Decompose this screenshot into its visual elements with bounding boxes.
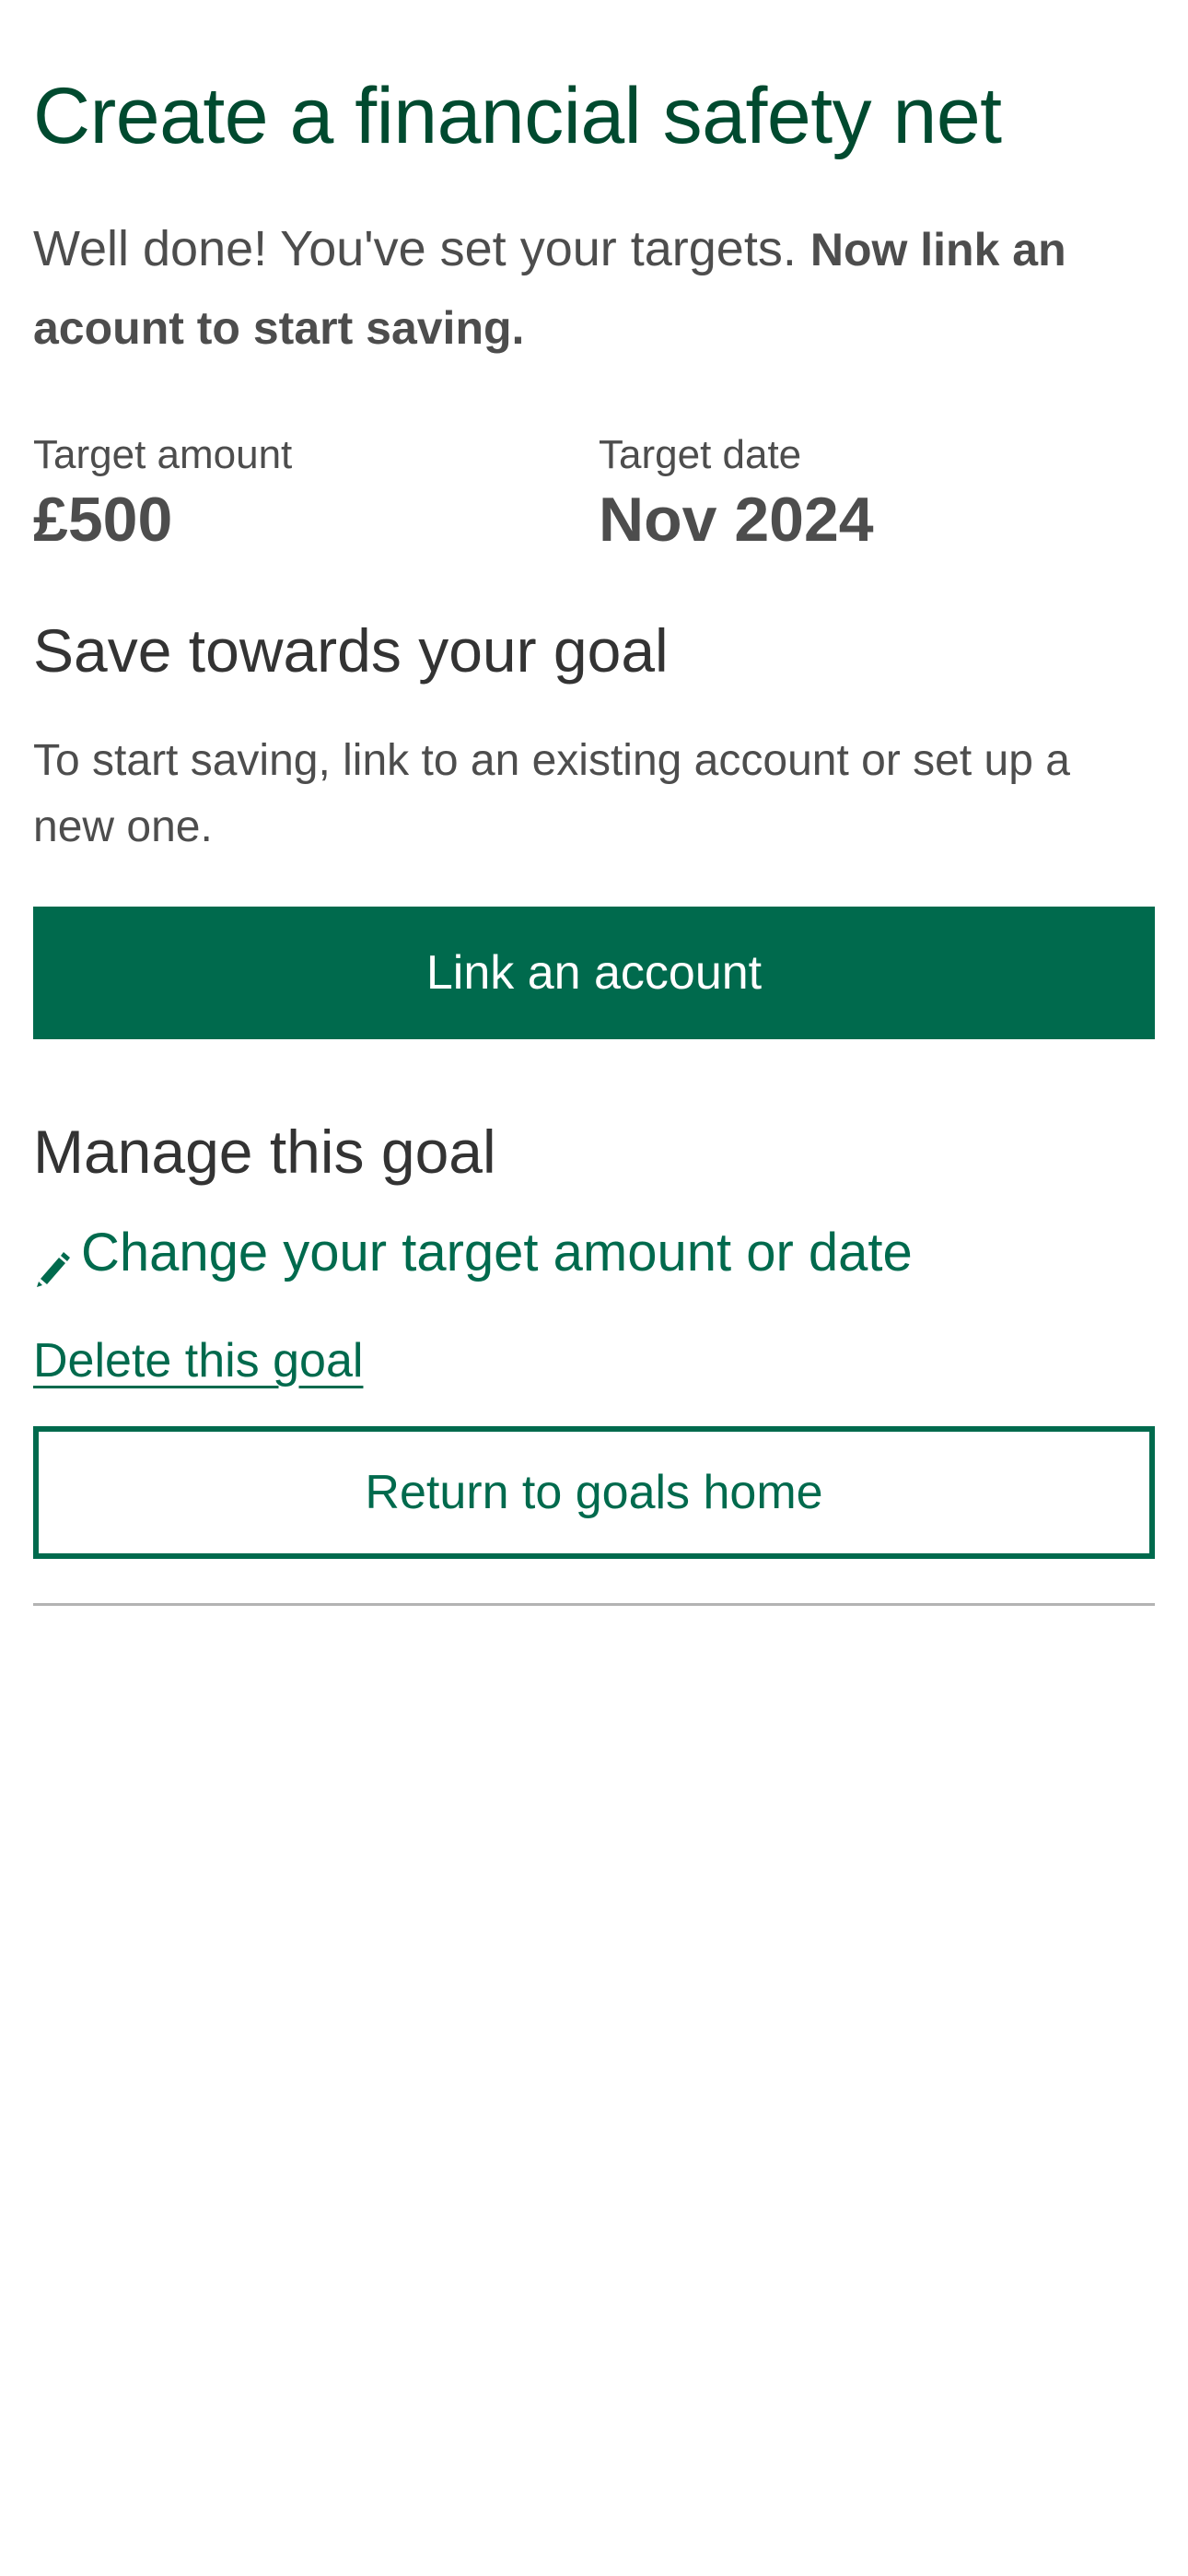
- change-target-label: Change your target amount or date: [81, 1223, 913, 1282]
- intro-message: Well done! You've set your targets.: [33, 221, 810, 276]
- manage-section-heading: Manage this goal: [33, 1118, 496, 1186]
- target-amount-label: Target amount: [33, 432, 293, 477]
- target-amount-block: Target amount £500: [33, 429, 292, 558]
- save-section-heading: Save towards your goal: [33, 616, 669, 685]
- intro-text: Well done! You've set your targets. Now …: [33, 210, 1138, 367]
- pencil-icon: [33, 1233, 70, 1287]
- page-title: Create a financial safety net: [33, 72, 1002, 160]
- divider: [33, 1603, 1155, 1606]
- link-account-button[interactable]: Link an account: [33, 907, 1155, 1039]
- return-to-goals-button[interactable]: Return to goals home: [33, 1426, 1155, 1559]
- target-date-label: Target date: [599, 432, 802, 477]
- change-target-link[interactable]: Change your target amount or date: [33, 1214, 913, 1292]
- target-amount-value: £500: [33, 485, 173, 555]
- delete-goal-link[interactable]: Delete this goal: [33, 1327, 363, 1395]
- save-section-body: To start saving, link to an existing acc…: [33, 736, 1070, 851]
- target-date-value: Nov 2024: [599, 485, 874, 555]
- goal-page: Create a financial safety net Well done!…: [0, 0, 1188, 2576]
- target-date-block: Target date Nov 2024: [599, 429, 874, 558]
